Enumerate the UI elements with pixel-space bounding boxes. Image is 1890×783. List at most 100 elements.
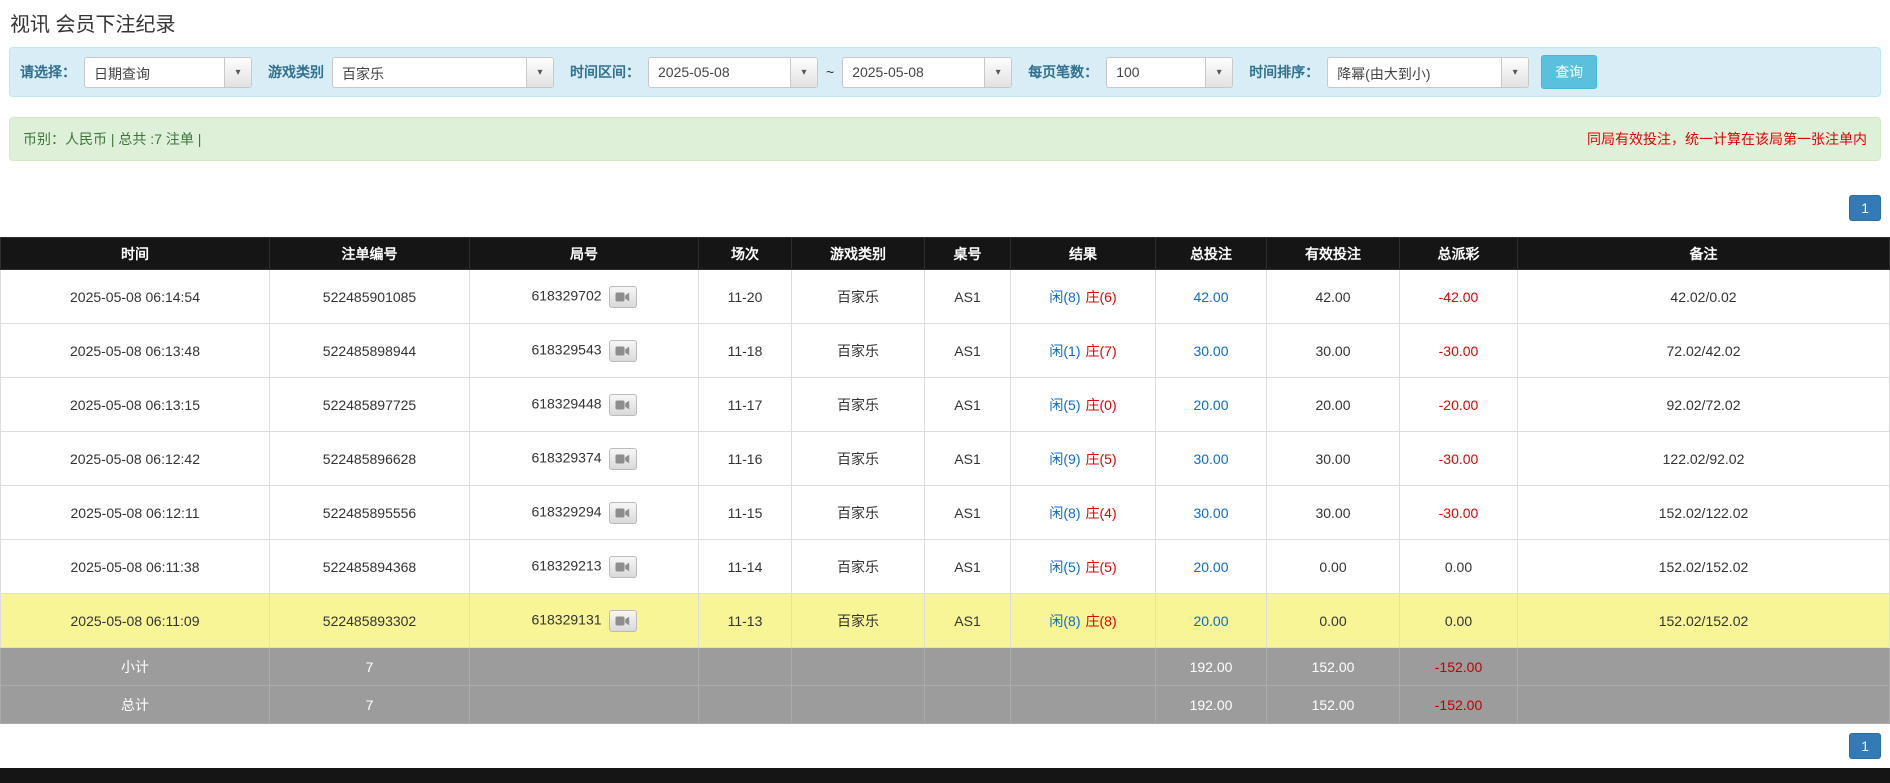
cell-round-id: 618329374: [469, 431, 699, 486]
cell-total-bet: 30.00: [1155, 323, 1267, 378]
grand-total-payout: -152.00: [1399, 685, 1518, 724]
remark-text: 122.02/92.02: [1662, 450, 1745, 467]
time-range-label: 时间区间：: [570, 64, 640, 80]
cell-session: 11-14: [698, 539, 792, 594]
cell-session: 11-13: [698, 593, 792, 648]
search-button[interactable]: 查询: [1541, 55, 1598, 89]
round-video-button[interactable]: [608, 609, 637, 632]
result-banker: 庄(5): [1085, 450, 1117, 467]
column-header-session: 场次: [698, 237, 792, 270]
page-size-label: 每页笔数：: [1028, 64, 1099, 80]
cell-bet-id: 522485896628: [269, 431, 470, 486]
cell-remark: 42.02/0.02: [1517, 269, 1890, 324]
payout-amount: 0.00: [1444, 558, 1473, 575]
round-video-button[interactable]: [608, 501, 637, 524]
page-root: 视讯 会员下注纪录 请选择： 日期查询 ▾ 游戏类别 百家乐 ▾ 时间区间： 2…: [0, 0, 1890, 783]
date-from-picker[interactable]: 2025-05-08 ▾: [648, 56, 818, 88]
total-bet-link[interactable]: 42.00: [1193, 289, 1228, 305]
valid-bet: 30.00: [1315, 342, 1351, 359]
page-size-select[interactable]: 100 ▾: [1106, 56, 1234, 88]
cell-result: 闲(5) 庄(5): [1010, 539, 1156, 594]
cell-payout: 0.00: [1399, 593, 1518, 648]
round-video-button[interactable]: [608, 285, 637, 308]
query-type-select[interactable]: 日期查询 ▾: [84, 56, 252, 88]
cell-session: 11-16: [698, 431, 792, 486]
round-video-button[interactable]: [608, 555, 637, 578]
cell-remark: 152.02/152.02: [1517, 539, 1890, 594]
total-bet-link[interactable]: 30.00: [1193, 343, 1228, 359]
cell-payout: -30.00: [1399, 485, 1518, 540]
game-type-select[interactable]: 百家乐 ▾: [332, 56, 554, 88]
chevron-down-icon[interactable]: ▾: [1205, 57, 1233, 87]
pagination-page-button[interactable]: 1: [1849, 733, 1881, 759]
round-id: 618329213: [531, 557, 602, 574]
result-banker: 庄(6): [1085, 288, 1117, 305]
chevron-down-icon[interactable]: ▾: [224, 57, 251, 87]
sort-order-select[interactable]: 降幂(由大到小) ▾: [1327, 56, 1530, 88]
column-header-result: 结果: [1010, 237, 1156, 270]
subtotal-empty-cell: [1010, 647, 1156, 686]
round-video-button[interactable]: [608, 447, 637, 470]
cell-result: 闲(1) 庄(7): [1010, 323, 1156, 378]
grand-total-count: 7: [269, 685, 470, 724]
chevron-down-icon[interactable]: ▾: [1501, 57, 1529, 87]
cell-payout: -20.00: [1399, 377, 1518, 432]
cell-game-type: 百家乐: [791, 485, 925, 540]
cell-valid-bet: 20.00: [1266, 377, 1400, 432]
total-bet-link[interactable]: 20.00: [1193, 559, 1228, 575]
bet-time: 2025-05-08 06:11:09: [70, 612, 200, 629]
pagination-page-button[interactable]: 1: [1849, 195, 1881, 221]
total-bet-link[interactable]: 30.00: [1193, 451, 1228, 467]
bet-records-table: 时间 注单编号 局号 场次 游戏类别 桌号 结果 总投注 有效投注 总派彩 备注…: [0, 237, 1890, 724]
grand-total-total-bet: 192.00: [1155, 685, 1267, 724]
bet-time: 2025-05-08 06:14:54: [70, 288, 200, 305]
video-icon: [615, 400, 630, 409]
cell-bet-id: 522485893302: [269, 593, 470, 648]
cell-payout: -30.00: [1399, 431, 1518, 486]
remark-text: 72.02/42.02: [1666, 342, 1741, 359]
cell-valid-bet: 42.00: [1266, 269, 1400, 324]
session-number: 11-18: [727, 342, 763, 359]
session-number: 11-16: [727, 450, 763, 467]
grand-total-empty-cell: [791, 685, 925, 724]
video-icon: [615, 346, 630, 355]
cell-time: 2025-05-08 06:11:38: [0, 539, 270, 594]
game-type: 百家乐: [837, 450, 879, 467]
total-bet-link[interactable]: 20.00: [1193, 397, 1228, 413]
bet-id: 522485897725: [322, 396, 417, 413]
round-id: 618329543: [531, 341, 602, 358]
cell-payout: -42.00: [1399, 269, 1518, 324]
payout-amount: -42.00: [1438, 288, 1479, 305]
chevron-down-icon[interactable]: ▾: [526, 57, 553, 87]
cell-round-id: 618329213: [469, 539, 699, 594]
game-type: 百家乐: [837, 504, 879, 521]
cell-remark: 72.02/42.02: [1517, 323, 1890, 378]
total-bet-link[interactable]: 30.00: [1193, 505, 1228, 521]
round-video-button[interactable]: [608, 393, 637, 416]
round-id: 618329374: [531, 449, 602, 466]
grand-total-valid-bet: 152.00: [1266, 685, 1400, 724]
game-type: 百家乐: [837, 612, 879, 629]
session-number: 11-20: [727, 288, 763, 305]
cell-table-no: AS1: [924, 485, 1011, 540]
result-banker: 庄(4): [1085, 504, 1117, 521]
game-type: 百家乐: [837, 558, 879, 575]
grand-total-row: 总计 7 192.00 152.00 -152.00: [0, 685, 1890, 724]
result-banker: 庄(7): [1085, 342, 1117, 359]
chevron-down-icon[interactable]: ▾: [984, 57, 1012, 87]
bet-time: 2025-05-08 06:13:48: [70, 342, 200, 359]
total-bet-link[interactable]: 20.00: [1193, 613, 1228, 629]
table-number: AS1: [954, 396, 981, 413]
subtotal-total-bet: 192.00: [1155, 647, 1267, 686]
round-video-button[interactable]: [608, 339, 637, 362]
table-number: AS1: [954, 558, 981, 575]
filter-bar: 请选择： 日期查询 ▾ 游戏类别 百家乐 ▾ 时间区间： 2025-05-08 …: [9, 47, 1881, 97]
subtotal-empty-cell: [1517, 647, 1890, 686]
table-row: 2025-05-08 06:14:54 522485901085 6183297…: [0, 269, 1890, 324]
table-number: AS1: [954, 450, 981, 467]
date-to-picker[interactable]: 2025-05-08 ▾: [842, 56, 1013, 88]
cell-table-no: AS1: [924, 593, 1011, 648]
cell-valid-bet: 0.00: [1266, 593, 1400, 648]
chevron-down-icon[interactable]: ▾: [790, 57, 817, 87]
cell-result: 闲(5) 庄(0): [1010, 377, 1156, 432]
